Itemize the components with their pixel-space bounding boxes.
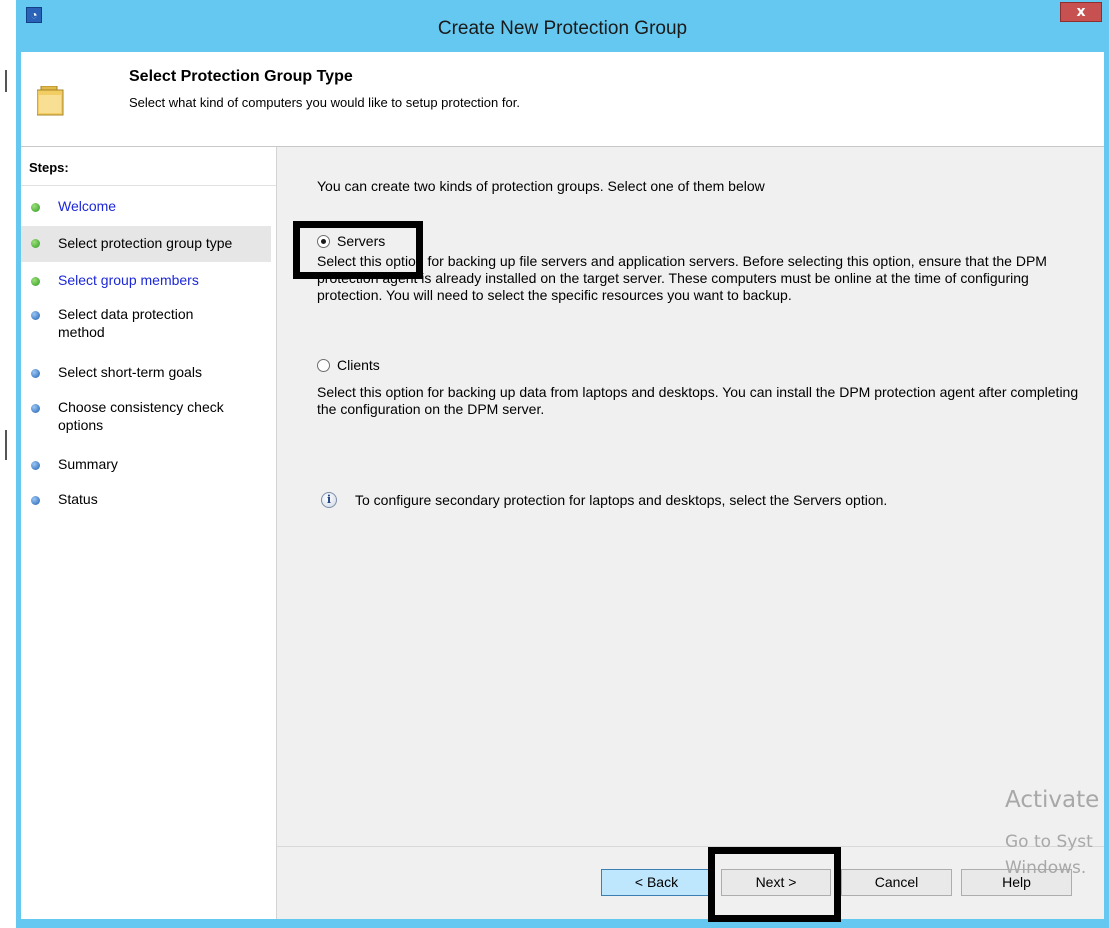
folder-icon bbox=[37, 86, 64, 116]
background-window-edge bbox=[0, 0, 16, 928]
wizard-header: Select Protection Group Type Select what… bbox=[21, 52, 1104, 147]
intro-text: You can create two kinds of protection g… bbox=[317, 178, 765, 194]
info-note: To configure secondary protection for la… bbox=[355, 492, 888, 508]
window-title: Create New Protection Group bbox=[437, 18, 688, 39]
servers-radio[interactable] bbox=[317, 235, 330, 248]
step-label: Status bbox=[58, 491, 98, 507]
clients-label[interactable]: Clients bbox=[337, 357, 380, 373]
step-completed-bullet-icon bbox=[31, 203, 40, 212]
page-title: Select Protection Group Type bbox=[129, 68, 353, 85]
activation-watermark-line1: Activate bbox=[1005, 787, 1100, 813]
step-current-bullet-icon bbox=[31, 239, 40, 248]
main-content: You can create two kinds of protection g… bbox=[277, 147, 1104, 847]
step-bullet-icon bbox=[31, 277, 40, 286]
clients-description: Select this option for backing up data f… bbox=[317, 384, 1079, 417]
cancel-button[interactable]: Cancel bbox=[841, 869, 952, 896]
back-button[interactable]: < Back bbox=[601, 869, 712, 896]
steps-heading: Steps: bbox=[29, 160, 69, 175]
page-subtitle: Select what kind of computers you would … bbox=[129, 95, 520, 110]
steps-panel: Steps: Welcome Select protection group t… bbox=[21, 147, 277, 919]
step-label: Summary bbox=[58, 456, 118, 472]
servers-label[interactable]: Servers bbox=[337, 233, 385, 249]
step-pending-bullet-icon bbox=[31, 404, 40, 413]
background-window-divider bbox=[5, 430, 7, 460]
close-button[interactable]: x bbox=[1060, 2, 1102, 22]
step-label: Select protection group type bbox=[58, 235, 233, 251]
info-icon: i bbox=[321, 492, 337, 508]
step-pending-bullet-icon bbox=[31, 461, 40, 470]
step-label[interactable]: Welcome bbox=[58, 197, 258, 215]
step-label: Select data protection method bbox=[58, 306, 194, 340]
step-label: Select short-term goals bbox=[58, 364, 202, 380]
step-select-protection-group-type: Select protection group type bbox=[21, 226, 271, 262]
step-pending-bullet-icon bbox=[31, 496, 40, 505]
step-label[interactable]: Select group members bbox=[58, 271, 258, 289]
create-protection-group-dialog: ◔ Create New Protection Group x Select P… bbox=[16, 0, 1109, 928]
next-button[interactable]: Next > bbox=[721, 869, 831, 896]
steps-divider bbox=[21, 185, 276, 186]
background-window-divider bbox=[5, 70, 7, 92]
step-label: Choose consistency check options bbox=[58, 399, 224, 433]
step-pending-bullet-icon bbox=[31, 369, 40, 378]
clients-radio[interactable] bbox=[317, 359, 330, 372]
step-pending-bullet-icon bbox=[31, 311, 40, 320]
activation-watermark-line3: Windows. bbox=[1005, 858, 1087, 878]
servers-description: Select this option for backing up file s… bbox=[317, 253, 1047, 303]
activation-watermark-line2: Go to Syst bbox=[1005, 832, 1093, 852]
footer-divider bbox=[277, 846, 1104, 847]
dialog-client-area: Select Protection Group Type Select what… bbox=[21, 52, 1104, 919]
